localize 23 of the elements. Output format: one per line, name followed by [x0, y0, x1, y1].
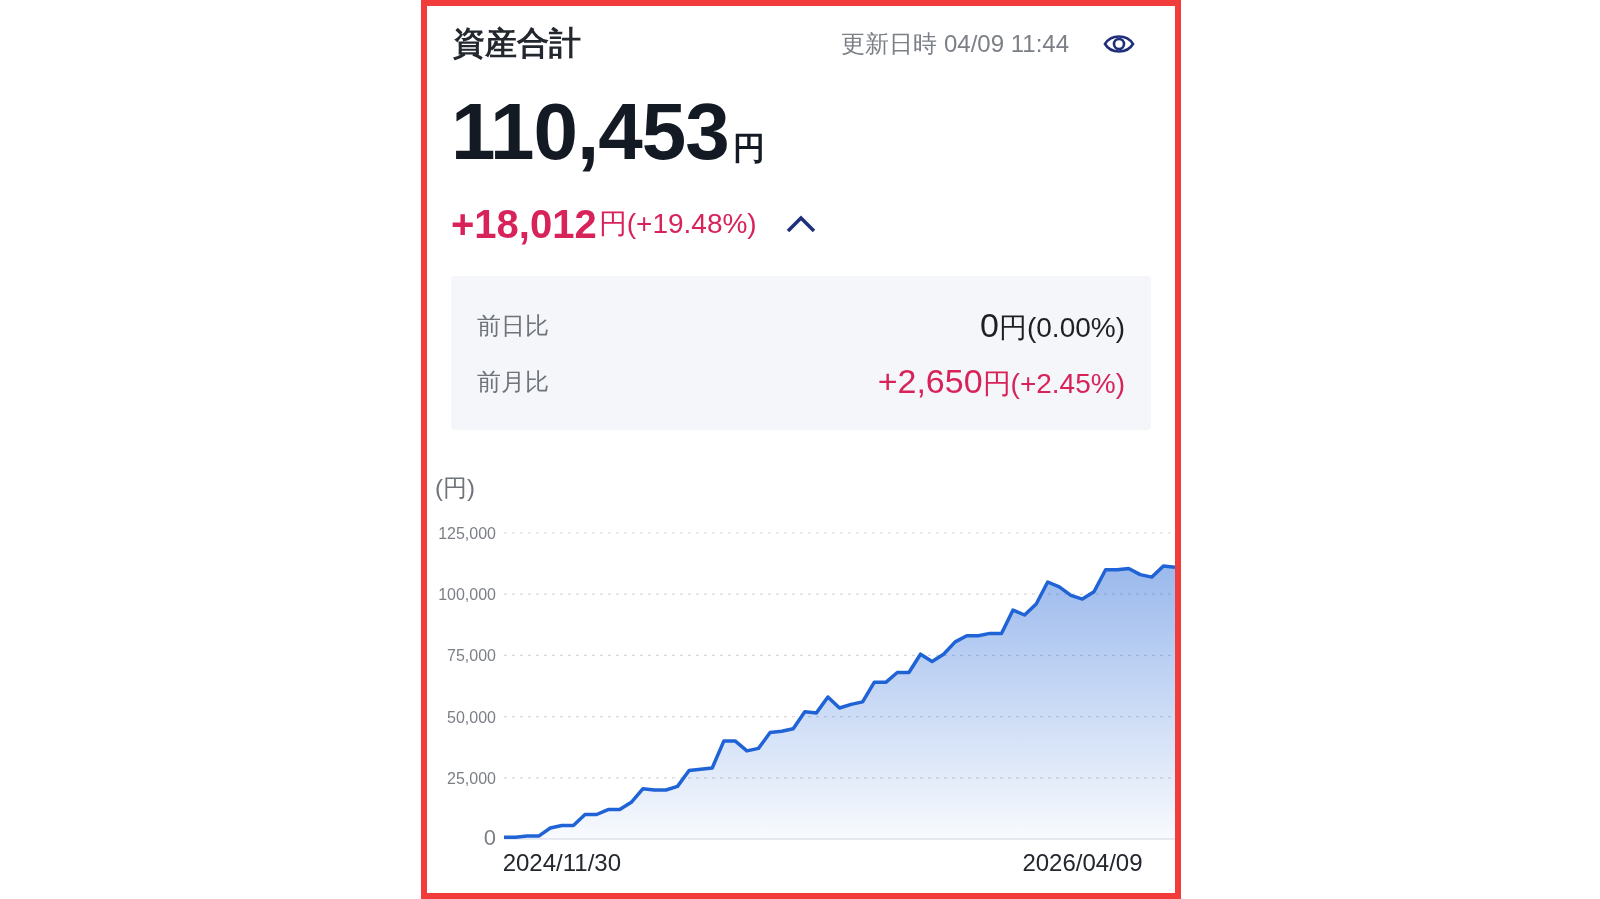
comparison-percent: 円(+2.45%): [982, 366, 1125, 401]
y-tick-label: 50,000: [447, 708, 496, 726]
y-tick-label: 0: [483, 825, 496, 850]
y-tick-label: 125,000: [438, 525, 496, 542]
currency-unit: 円: [732, 129, 765, 168]
updated-time: 更新日時 04/09 11:44: [841, 29, 1069, 59]
comparison-label: 前月比: [477, 367, 549, 397]
card-title: 資産合計: [453, 24, 582, 63]
y-tick-label: 25,000: [447, 769, 496, 787]
x-tick-label: 2026/04/09: [1022, 849, 1143, 876]
chevron-icon: [784, 214, 817, 234]
eye-icon[interactable]: [1103, 33, 1135, 55]
y-tick-label: 100,000: [438, 586, 496, 604]
y-tick-label: 75,000: [447, 647, 496, 665]
change-percent: 円(+19.48%): [598, 207, 757, 241]
total-amount: 110,453: [451, 86, 729, 178]
comparison-percent: 円(0.00%): [998, 310, 1125, 345]
axis-unit-label: (円): [435, 473, 475, 503]
comparison-amount: 0: [980, 305, 999, 345]
x-tick-label: 2024/11/30: [502, 849, 621, 876]
comparison-amount: +2,650: [877, 361, 983, 401]
change-amount: +18,012: [451, 201, 597, 247]
comparison-label: 前日比: [477, 311, 549, 341]
